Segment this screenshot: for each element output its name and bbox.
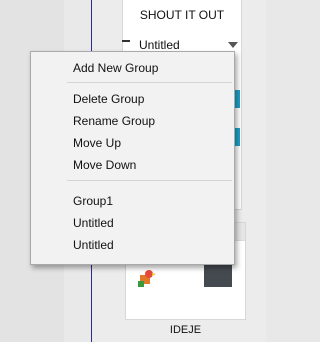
menu-item-move-up[interactable]: Move Up [31,132,234,154]
context-menu: Add New Group Delete Group Rename Group … [30,51,235,265]
menu-item-delete-group[interactable]: Delete Group [31,88,234,110]
minus-icon [122,40,130,42]
menu-item-move-down[interactable]: Move Down [31,154,234,176]
card-label: IDEJE [169,324,202,336]
menu-item-add-new-group[interactable]: Add New Group [31,57,234,79]
menu-separator [67,180,232,181]
parrot-icon [138,270,156,287]
menu-item-rename-group[interactable]: Rename Group [31,110,234,132]
app-window: SHOUT IT OUT Untitled IDEJE Add New Grou… [0,0,266,342]
menu-item-group[interactable]: Untitled [31,234,234,256]
group-dropdown-value: Untitled [139,38,180,52]
chevron-down-icon[interactable] [228,42,238,48]
thumbnail [204,263,232,287]
menu-item-group[interactable]: Untitled [31,212,234,234]
menu-separator [67,82,232,83]
card-title: SHOUT IT OUT [139,8,225,22]
menu-item-group[interactable]: Group1 [31,190,234,212]
